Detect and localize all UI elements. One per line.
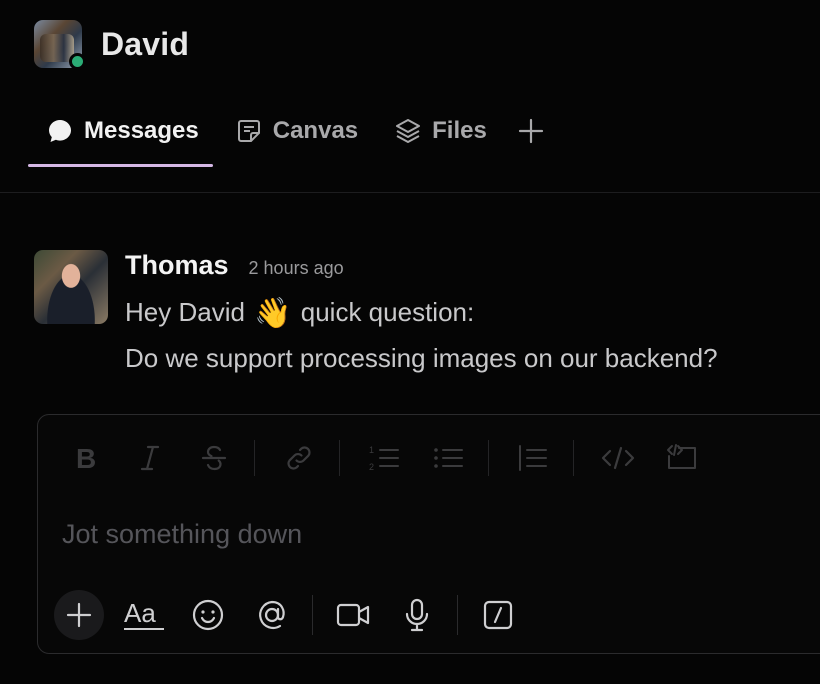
wave-emoji: 👋	[254, 297, 292, 330]
conversation-header: David	[34, 20, 189, 70]
svg-text:2: 2	[369, 462, 374, 472]
blockquote-icon[interactable]	[513, 438, 553, 478]
toolbar-divider	[573, 440, 574, 476]
plus-icon	[518, 118, 544, 144]
ordered-list-icon[interactable]: 12	[364, 438, 404, 478]
shortcuts-button[interactable]	[474, 591, 522, 639]
strikethrough-icon[interactable]	[194, 438, 234, 478]
mention-button[interactable]	[248, 591, 296, 639]
video-clip-button[interactable]	[329, 591, 377, 639]
formatting-toolbar: B 12	[66, 438, 726, 478]
emoji-button[interactable]	[184, 591, 232, 639]
sender-avatar[interactable]	[34, 250, 108, 324]
message-line: Hey David 👋 quick question:	[125, 290, 718, 336]
message-line: Do we support processing images on our b…	[125, 343, 718, 373]
page-title[interactable]: David	[101, 26, 189, 63]
message-text: Hey David	[125, 297, 245, 327]
composer-input[interactable]: Jot something down	[62, 519, 302, 550]
message-text: quick question:	[300, 297, 475, 327]
tab-messages[interactable]: Messages	[28, 108, 217, 154]
divider	[0, 192, 820, 193]
text-formatting-button[interactable]: Aa	[120, 591, 168, 639]
microphone-button[interactable]	[393, 591, 441, 639]
add-attachment-button[interactable]	[54, 590, 104, 640]
message-header: Thomas 2 hours ago	[125, 250, 344, 284]
canvas-icon	[235, 117, 263, 145]
code-icon[interactable]	[598, 438, 638, 478]
toolbar-divider	[312, 595, 313, 635]
chat-bubble-icon	[46, 117, 74, 145]
svg-text:B: B	[76, 444, 96, 472]
bold-icon[interactable]: B	[66, 438, 106, 478]
link-icon[interactable]	[279, 438, 319, 478]
composer-actions: Aa	[54, 590, 538, 640]
tab-bar: Messages Canvas Files	[28, 108, 551, 168]
presence-indicator	[69, 53, 86, 70]
message-composer: B 12 Jot something down Aa	[37, 414, 820, 654]
svg-text:1: 1	[369, 445, 374, 455]
code-block-icon[interactable]	[662, 438, 702, 478]
toolbar-divider	[488, 440, 489, 476]
bulleted-list-icon[interactable]	[428, 438, 468, 478]
tab-files[interactable]: Files	[376, 108, 505, 154]
message-body: Hey David 👋 quick question: Do we suppor…	[125, 290, 718, 380]
add-tab-button[interactable]	[511, 108, 551, 154]
tab-label: Messages	[84, 117, 199, 144]
active-tab-indicator	[28, 164, 213, 167]
sender-name[interactable]: Thomas	[125, 250, 229, 281]
toolbar-divider	[457, 595, 458, 635]
tab-label: Files	[432, 117, 487, 144]
formatting-label: Aa	[124, 598, 156, 628]
toolbar-divider	[339, 440, 340, 476]
italic-icon[interactable]	[130, 438, 170, 478]
message-timestamp[interactable]: 2 hours ago	[249, 258, 344, 279]
toolbar-divider	[254, 440, 255, 476]
tab-canvas[interactable]: Canvas	[217, 108, 376, 154]
avatar[interactable]	[34, 20, 86, 70]
layers-icon	[394, 117, 422, 145]
tab-label: Canvas	[272, 117, 359, 144]
